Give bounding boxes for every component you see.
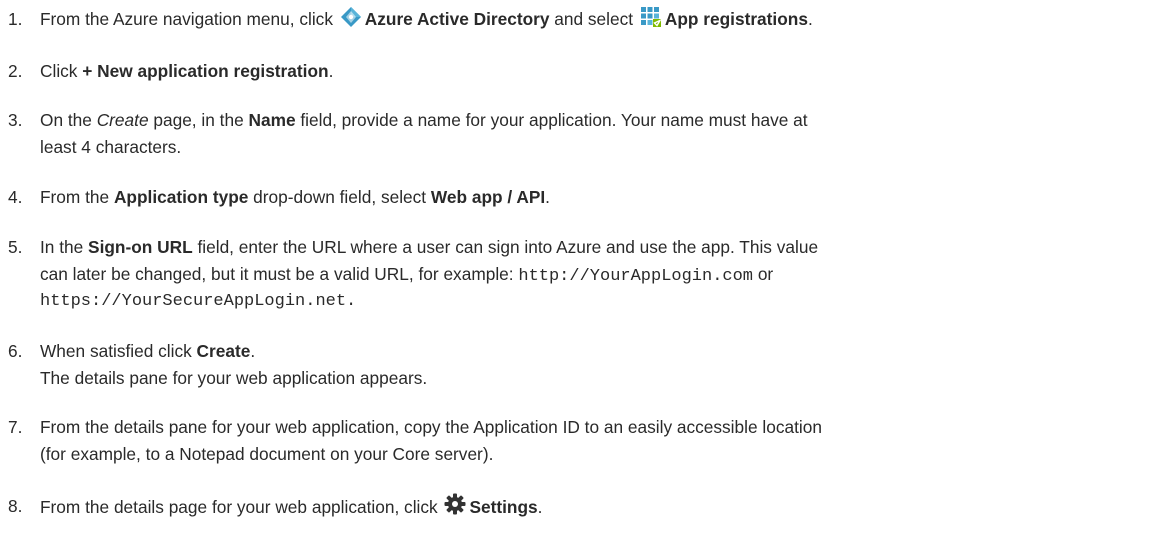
- example-secure-url: https://YourSecureAppLogin.net.: [40, 292, 357, 311]
- step-number: 5.: [8, 237, 23, 257]
- example-url: http://YourAppLogin.com: [518, 267, 754, 286]
- step-number: 3.: [8, 110, 23, 130]
- step-number: 1.: [8, 9, 23, 29]
- step-number: 4.: [8, 187, 23, 207]
- gear-icon: [444, 493, 466, 515]
- azure-active-directory-icon: [340, 6, 362, 28]
- step-number: 6.: [8, 341, 23, 361]
- app-registrations-icon: [640, 6, 662, 28]
- step-number: 7.: [8, 417, 23, 437]
- step-number: 8.: [8, 496, 23, 516]
- step-number: 2.: [8, 61, 23, 81]
